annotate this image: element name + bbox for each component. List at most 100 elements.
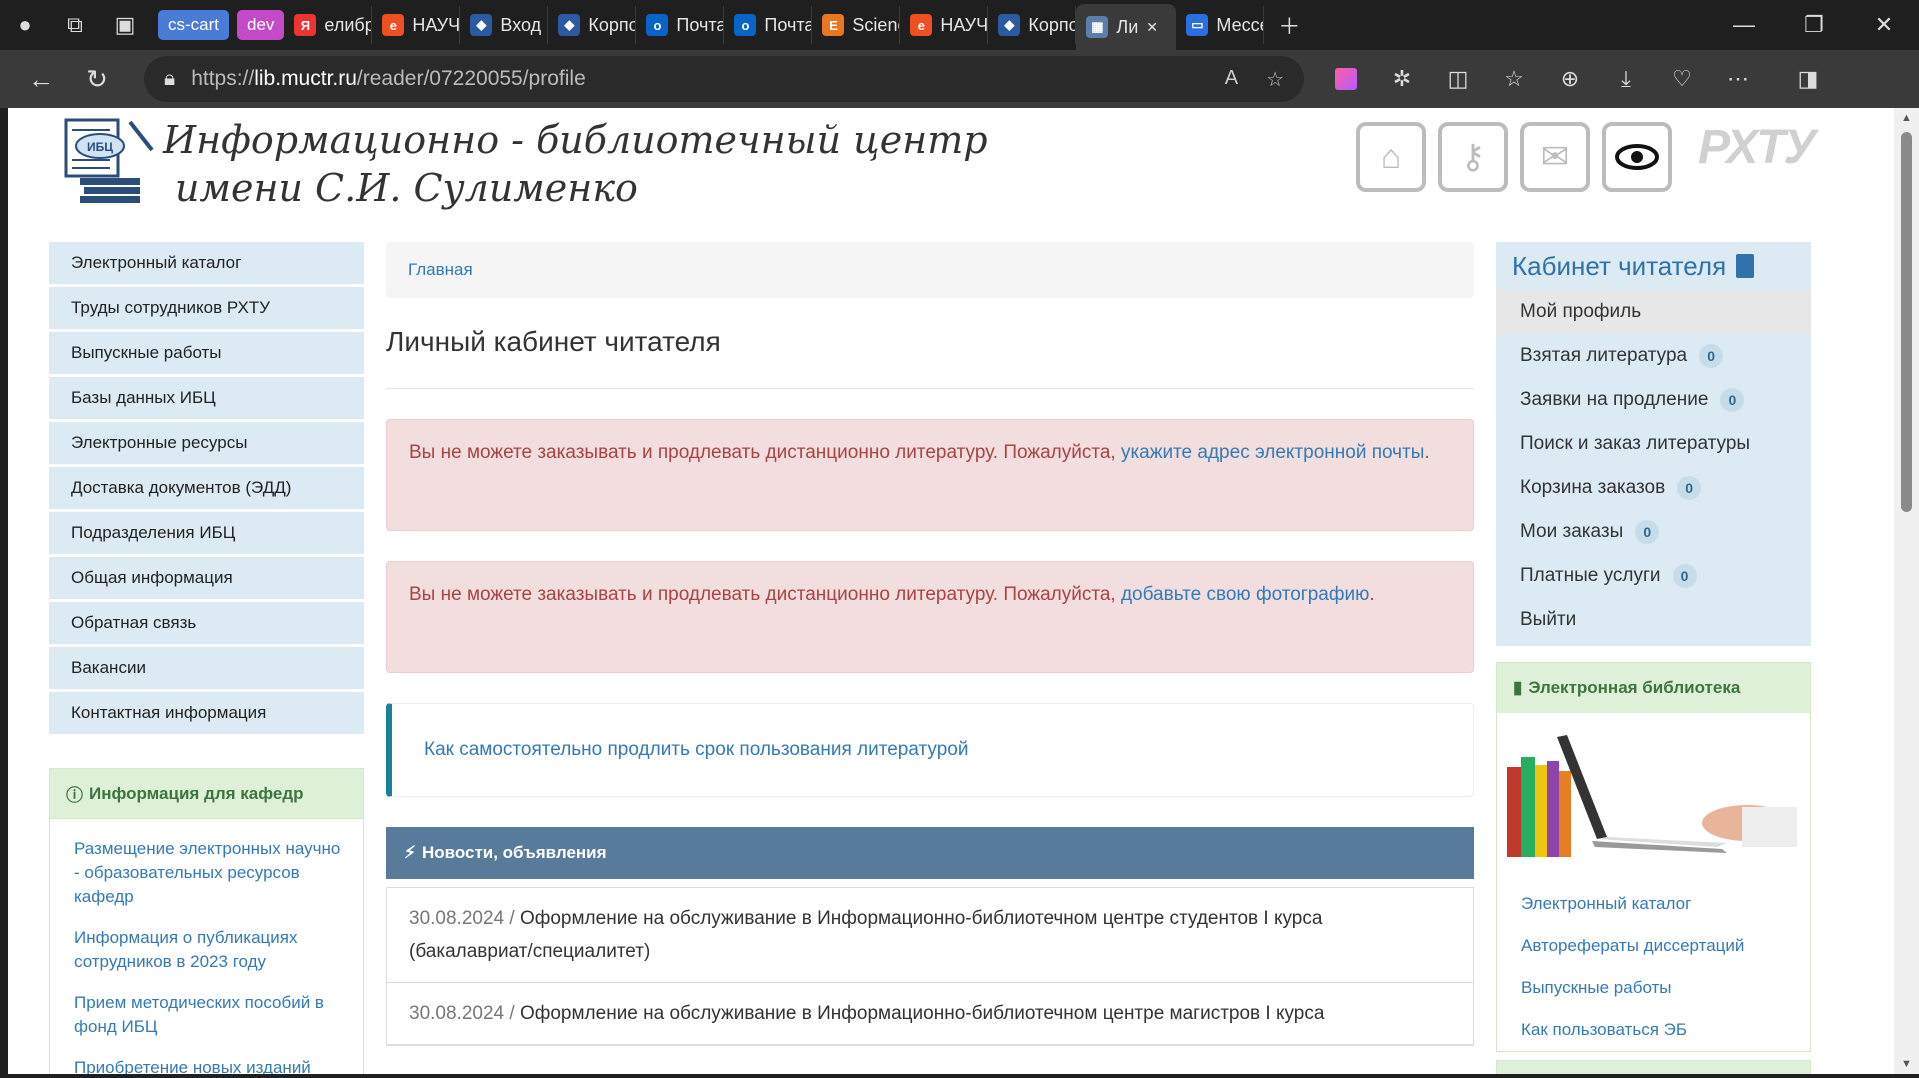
mail-icon[interactable]: ✉ (1520, 122, 1590, 192)
close-window-icon[interactable]: ✕ (1849, 0, 1919, 50)
left-nav-item[interactable]: Контактная информация (49, 692, 364, 734)
tab-group-0[interactable]: cs-cart (158, 10, 229, 40)
tab-label: НАУЧН (412, 14, 461, 35)
browser-tab[interactable]: E Science (812, 6, 901, 44)
browser-essentials-icon[interactable]: ♡ (1654, 54, 1710, 104)
breadcrumb-home-link[interactable]: Главная (408, 260, 473, 280)
tab-actions-icon[interactable]: ▣ (100, 0, 150, 50)
cabinet-menu-label: Поиск и заказ литературы (1520, 433, 1751, 454)
left-nav-item[interactable]: Базы данных ИБЦ (49, 377, 364, 419)
renewal-help-link[interactable]: Как самостоятельно продлить срок пользов… (424, 739, 968, 761)
news-title[interactable]: Оформление на обслуживание в Информацион… (520, 1003, 1325, 1024)
web-page: ИБЦ Информационно - библиотечный центр и… (8, 108, 1894, 1074)
tab-favicon-icon: e (382, 14, 405, 36)
reader-cabinet-title: Кабинет читателя (1512, 250, 1727, 281)
extensions-icon[interactable]: ✲ (1374, 54, 1430, 104)
browser-tab[interactable]: ◆ Корпор (988, 6, 1077, 44)
add-photo-link[interactable]: добавьте свою фотографию (1121, 584, 1369, 605)
home-icon[interactable]: ⌂ (1356, 122, 1426, 192)
favorite-star-icon[interactable]: ☆ (1266, 67, 1284, 92)
minimize-icon[interactable]: — (1709, 0, 1779, 50)
add-email-link[interactable]: укажите адрес электронной почты (1121, 442, 1424, 463)
menu-icon[interactable]: ⋯ (1710, 54, 1766, 104)
restore-icon[interactable]: ❐ (1779, 0, 1849, 50)
close-tab-icon[interactable]: ✕ (1146, 19, 1158, 36)
cabinet-menu-label: Платные услуги (1520, 565, 1661, 586)
tab-label: елибра (324, 14, 371, 35)
cabinet-menu-item[interactable]: Платные услуги 0 (1496, 554, 1811, 598)
cabinet-menu-item[interactable]: Заявки на продление 0 (1496, 378, 1811, 422)
left-nav-item[interactable]: Общая информация (49, 557, 364, 599)
profile-icon[interactable]: ● (0, 0, 50, 50)
news-title[interactable]: Оформление на обслуживание в Информацион… (409, 908, 1322, 962)
collections-icon[interactable]: ⊕ (1542, 54, 1598, 104)
dept-info-link[interactable]: Информация о публикациях сотрудников в 2… (74, 926, 343, 974)
browser-tab[interactable]: Яелибра (284, 6, 373, 44)
count-badge: 0 (1672, 564, 1697, 588)
svg-text:ИБЦ: ИБЦ (87, 140, 113, 154)
tab-favicon-icon: Я (294, 14, 317, 36)
tab-label: Мессен (1216, 14, 1263, 35)
left-nav-item[interactable]: Выпускные работы (49, 332, 364, 374)
left-nav-item[interactable]: Подразделения ИБЦ (49, 512, 364, 554)
scroll-up-icon[interactable]: ▲ (1894, 112, 1919, 124)
e-library-link[interactable]: Авторефераты диссертаций (1521, 936, 1810, 978)
left-nav-item[interactable]: Обратная связь (49, 602, 364, 644)
left-nav-item[interactable]: Труды сотрудников РХТУ (49, 287, 364, 329)
site-header: ИБЦ Информационно - библиотечный центр и… (8, 108, 1894, 210)
dept-info-link[interactable]: Приобретение новых изданий (74, 1056, 343, 1074)
tab-favicon-icon: e (910, 14, 933, 36)
news-item[interactable]: 30.08.2024 / Оформление на обслуживание … (387, 888, 1473, 983)
split-screen-icon[interactable]: ◫ (1430, 54, 1486, 104)
cabinet-menu-item[interactable]: Корзина заказов 0 (1496, 466, 1811, 510)
cabinet-menu-item[interactable]: Мой профиль (1496, 290, 1811, 334)
cabinet-menu-item[interactable]: Взятая литература 0 (1496, 334, 1811, 378)
search-key-icon[interactable]: ⚷ (1438, 122, 1508, 192)
browser-tab[interactable]: e НАУЧН (372, 6, 461, 44)
tab-favicon-icon: ◆ (558, 14, 581, 36)
e-library-link[interactable]: Электронный каталог (1521, 894, 1810, 936)
page-scrollbar[interactable]: ▲ ▼ (1894, 108, 1919, 1074)
accessibility-eye-icon[interactable] (1602, 122, 1672, 192)
browser-tab-active[interactable]: ▦ Ли ✕ (1076, 4, 1177, 50)
browser-tab[interactable]: ◆ Корпор (548, 6, 637, 44)
new-tab-button[interactable]: ＋ (1264, 0, 1314, 50)
alert-email-required: Вы не можете заказывать и продлевать дис… (386, 419, 1474, 531)
tab-favicon-icon: E (822, 14, 845, 36)
left-nav-item[interactable]: Электронные ресурсы (49, 422, 364, 464)
browser-tab[interactable]: o Почта - (724, 6, 813, 44)
favorites-icon[interactable]: ☆ (1486, 54, 1542, 104)
read-aloud-icon[interactable]: A (1225, 67, 1238, 92)
browser-tab[interactable]: ◆ Вход в (460, 6, 549, 44)
back-icon[interactable]: ← (16, 54, 66, 104)
tab-group-1[interactable]: dev (237, 10, 285, 40)
left-nav-item[interactable]: Вакансии (49, 647, 364, 689)
e-library-link[interactable]: Выпускные работы (1521, 978, 1810, 1020)
tab-label: Science (852, 14, 899, 35)
site-logo-title[interactable]: Информационно - библиотечный центр имени… (163, 116, 988, 212)
news-date: 30.08.2024 (409, 1003, 505, 1024)
dept-info-link[interactable]: Прием методических пособий в фонд ИБЦ (74, 991, 343, 1039)
e-library-link[interactable]: Как пользоваться ЭБ (1521, 1020, 1810, 1062)
scrollbar-thumb[interactable] (1901, 132, 1912, 512)
refresh-icon[interactable]: ↻ (72, 54, 122, 104)
cabinet-menu-item[interactable]: Выйти (1496, 598, 1811, 642)
browser-tab[interactable]: e НАУЧН (900, 6, 989, 44)
news-item[interactable]: 30.08.2024 / Оформление на обслуживание … (387, 983, 1473, 1045)
cabinet-menu-item[interactable]: Поиск и заказ литературы (1496, 422, 1811, 466)
e-library-heading: ▮ Электронная библиотека (1497, 663, 1810, 713)
workspaces-icon[interactable]: ⧉ (50, 0, 100, 50)
left-nav-item[interactable]: Доставка документов (ЭДД) (49, 467, 364, 509)
downloads-icon[interactable]: ⤓ (1598, 54, 1654, 104)
cabinet-menu-item[interactable]: Мои заказы 0 (1496, 510, 1811, 554)
browser-tab[interactable]: ▭ Мессен (1176, 6, 1265, 44)
rhtu-logo[interactable]: РХТУ (1698, 120, 1816, 175)
browser-tab[interactable]: o Почта - (636, 6, 725, 44)
scroll-down-icon[interactable]: ▼ (1894, 1058, 1919, 1070)
extension-color-icon[interactable] (1318, 54, 1374, 104)
left-nav-item[interactable]: Электронный каталог (49, 242, 364, 284)
sidebar-toggle-icon[interactable]: ◨ (1780, 54, 1836, 104)
dept-info-link[interactable]: Размещение электронных научно - образова… (74, 837, 343, 909)
browser-toolbar: ← ↻ 🔒︎ https://lib.muctr.ru/reader/07220… (0, 50, 1919, 108)
address-bar[interactable]: 🔒︎ https://lib.muctr.ru/reader/07220055/… (144, 56, 1304, 102)
